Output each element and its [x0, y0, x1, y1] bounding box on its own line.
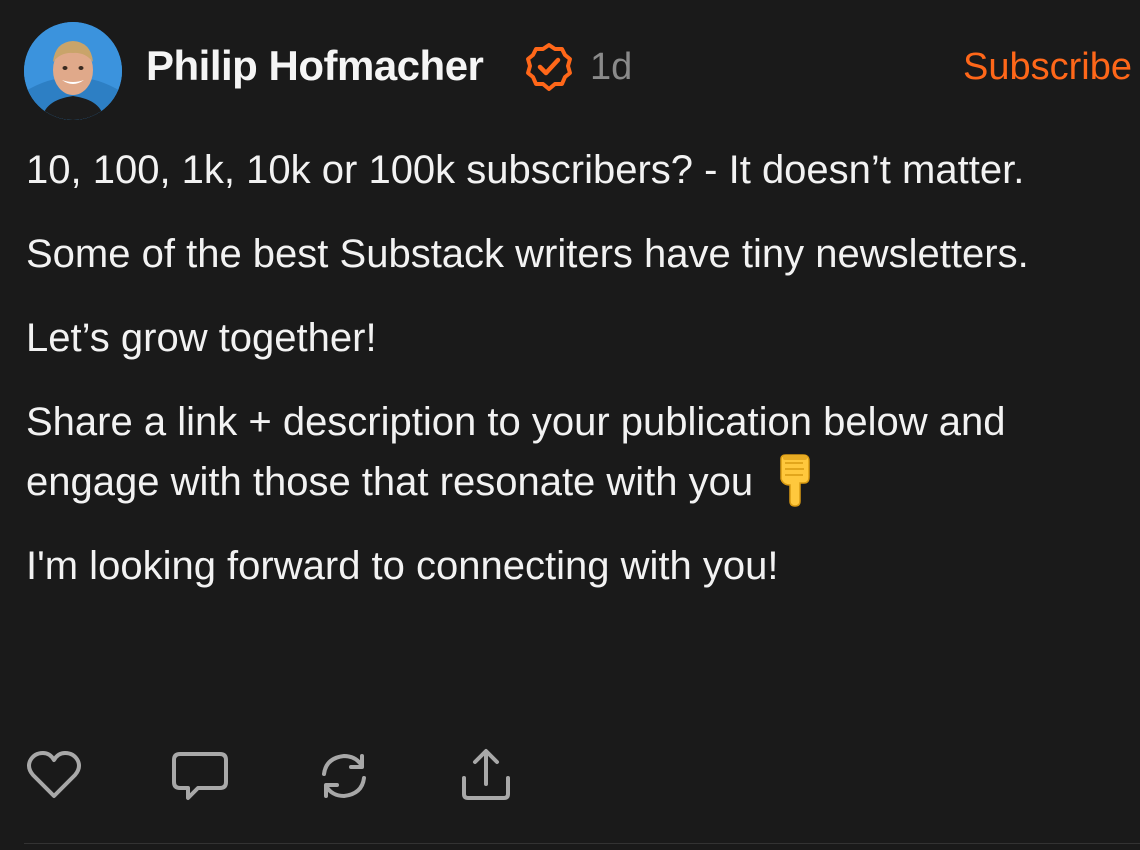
pointing-down-hand-icon — [780, 454, 810, 507]
post-paragraph-with-emoji: Share a link + description to your publi… — [26, 392, 1106, 512]
post-actions — [24, 746, 544, 806]
note-post: Philip Hofmacher 1d Subscribe 10, 100, 1… — [0, 0, 1140, 850]
verified-badge-icon — [526, 43, 572, 91]
comment-icon[interactable] — [170, 746, 230, 806]
post-paragraph: Share a link + description to your publi… — [26, 400, 1006, 504]
restack-icon[interactable] — [314, 746, 374, 806]
avatar[interactable] — [24, 22, 122, 120]
post-paragraph: Let’s grow together! — [26, 316, 377, 360]
post-timestamp: 1d — [590, 46, 633, 88]
heart-icon[interactable] — [24, 746, 84, 806]
subscribe-button[interactable]: Subscribe — [963, 46, 1132, 89]
post-paragraph: I'm looking forward to connecting with y… — [26, 544, 779, 588]
share-icon[interactable] — [456, 746, 516, 806]
post-divider — [24, 843, 1140, 844]
post-paragraph: Some of the best Substack writers have t… — [26, 232, 1029, 276]
post-body: 10, 100, 1k, 10k or 100k subscribers? - … — [26, 140, 1106, 620]
author-name[interactable]: Philip Hofmacher — [146, 42, 484, 90]
post-paragraph: 10, 100, 1k, 10k or 100k subscribers? - … — [26, 148, 1025, 192]
avatar-image — [24, 22, 122, 120]
post-header: Philip Hofmacher 1d Subscribe — [24, 22, 1132, 120]
